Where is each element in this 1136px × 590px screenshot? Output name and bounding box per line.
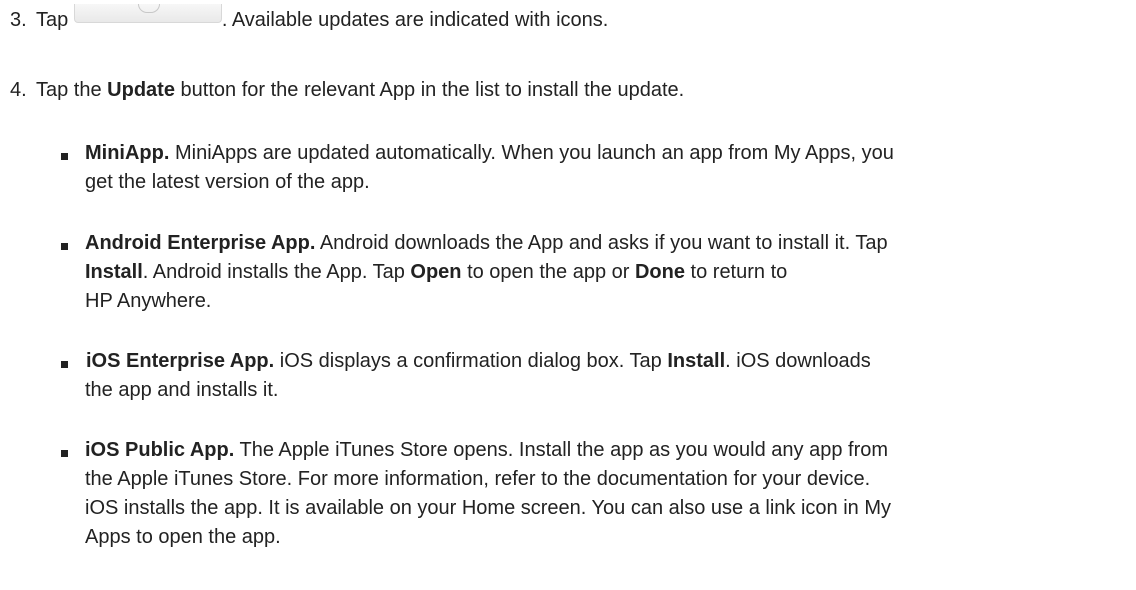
bullet-line: get the latest version of the app. (85, 171, 370, 193)
text-run: button for the relevant App in the list … (174, 79, 685, 101)
bullet-line: iOS Enterprise App. iOS displays a confi… (86, 347, 871, 376)
step-text: Tap the Update button for the relevant A… (36, 76, 684, 105)
bullet-line: the app and installs it. (85, 379, 279, 401)
text-run: . iOS downloads (725, 350, 871, 372)
refresh-glyph-icon (137, 4, 160, 13)
done-term: Done (634, 261, 685, 283)
bullet-title: iOS Enterprise App. (86, 350, 275, 372)
refresh-button-icon (73, 4, 222, 23)
update-term: Update (107, 79, 175, 101)
text-run: MiniApps are updated automatically. When… (169, 142, 894, 164)
bullet-marker (61, 450, 68, 457)
bullet-marker (61, 243, 68, 250)
bullet-title: MiniApp. (85, 142, 170, 164)
bullet-line: Install. Android installs the App. Tap O… (85, 258, 787, 287)
step-prefix: Tap (36, 9, 69, 31)
bullet-line: Android Enterprise App. Android download… (85, 229, 888, 258)
install-term: Install (667, 350, 726, 372)
bullet-line: iOS installs the app. It is available on… (85, 497, 891, 519)
bullet-marker (61, 361, 68, 368)
bullet-marker (61, 153, 68, 160)
text-run: Android downloads the App and asks if yo… (315, 232, 888, 254)
bullet-title: iOS Public App. (85, 439, 235, 461)
step-suffix: . Available updates are indicated with i… (221, 9, 609, 31)
text-run: to return to (684, 261, 788, 283)
bullet-title: Android Enterprise App. (85, 232, 316, 254)
bullet-line: MiniApp. MiniApps are updated automatica… (85, 139, 894, 168)
install-term: Install (85, 261, 143, 283)
text-run: iOS displays a confirmation dialog box. … (274, 350, 668, 372)
text-run: to open the app or (461, 261, 635, 283)
bullet-line: the Apple iTunes Store. For more informa… (85, 468, 871, 490)
text-run: . Android installs the App. Tap (142, 261, 411, 283)
text-run: Tap the (36, 79, 108, 101)
text-run: The Apple iTunes Store opens. Install th… (234, 439, 889, 461)
open-term: Open (410, 261, 462, 283)
bullet-line: HP Anywhere. (85, 290, 212, 312)
bullet-line: iOS Public App. The Apple iTunes Store o… (85, 436, 888, 465)
step-text: Tap . Available updates are indicated wi… (36, 4, 609, 35)
bullet-line: Apps to open the app. (85, 526, 281, 548)
